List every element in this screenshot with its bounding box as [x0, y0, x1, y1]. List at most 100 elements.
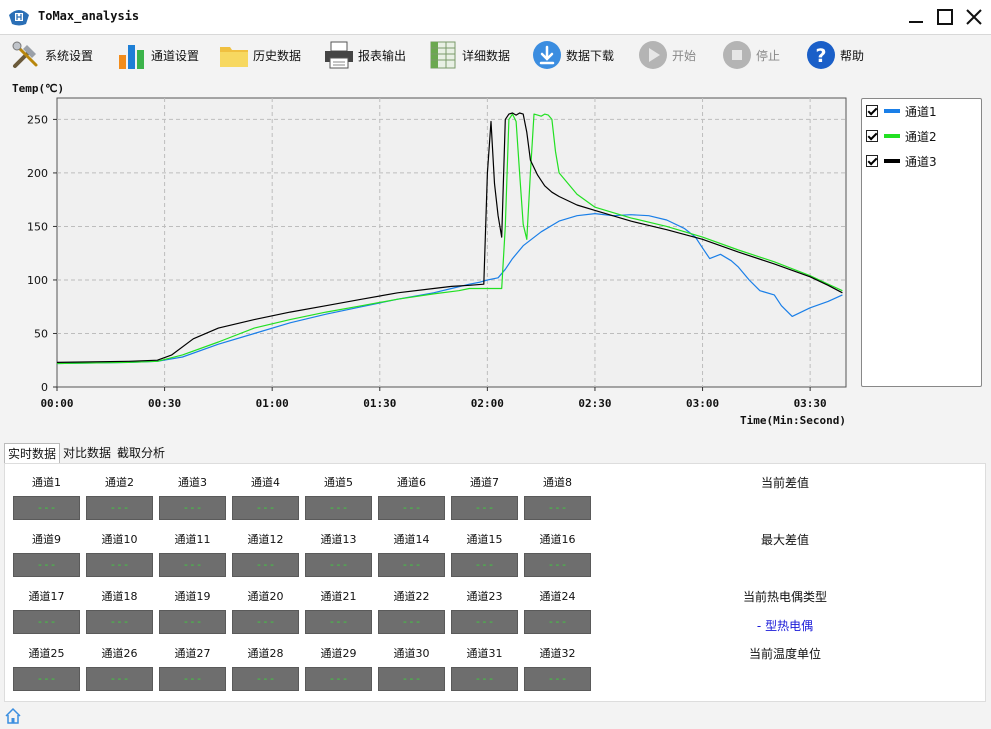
channel-value-3: ---	[159, 496, 226, 520]
channel-value-5: ---	[305, 496, 372, 520]
legend-item-channel-1[interactable]: 通道1	[866, 103, 937, 119]
channel-label-31: 通道31	[466, 647, 503, 660]
legend-checkbox-channel-2[interactable]	[866, 130, 878, 142]
help-icon: ?	[807, 41, 835, 69]
window-title: ToMax_analysis	[38, 9, 140, 23]
data-download-button[interactable]: 数据下载	[531, 38, 614, 72]
spreadsheet-icon	[430, 41, 456, 69]
channel-label-20: 通道20	[247, 590, 284, 603]
channel-value-30: ---	[378, 667, 445, 691]
help-label: 帮助	[840, 48, 865, 63]
channel-value-6: ---	[378, 496, 445, 520]
channel-value-16: ---	[524, 553, 591, 577]
printer-icon	[325, 41, 353, 69]
start-button[interactable]: 开始	[637, 38, 696, 72]
channel-value-29: ---	[305, 667, 372, 691]
legend-checkbox-channel-3[interactable]	[866, 155, 878, 167]
channel-label-17: 通道17	[28, 590, 65, 603]
thermocouple-type-label: 当前热电偶类型	[742, 590, 827, 604]
channel-label-21: 通道21	[320, 590, 357, 603]
stop-icon	[723, 41, 751, 69]
channel-label-24: 通道24	[539, 590, 576, 603]
download-icon	[533, 41, 561, 69]
status-bar	[0, 704, 991, 729]
system-settings-button[interactable]: 系统设置	[10, 38, 93, 72]
channel-label-14: 通道14	[393, 533, 430, 546]
x-tick-label: 00:00	[40, 397, 73, 410]
channel-value-23: ---	[451, 610, 518, 634]
channel-value-25: ---	[13, 667, 80, 691]
data-download-label: 数据下载	[566, 48, 615, 63]
channel-value-15: ---	[451, 553, 518, 577]
channel-value-1: ---	[13, 496, 80, 520]
legend-label-channel-1: 通道1	[905, 104, 937, 119]
channel-value-12: ---	[232, 553, 299, 577]
channel-label-23: 通道23	[466, 590, 503, 603]
folder-icon	[220, 47, 248, 67]
channel-label-13: 通道13	[320, 533, 357, 546]
report-output-button[interactable]: 报表输出	[323, 38, 406, 72]
temp-unit-label: 当前温度单位	[748, 647, 821, 661]
channel-label-10: 通道10	[101, 533, 138, 546]
chart-legend: 通道1 通道2 通道3	[861, 98, 982, 387]
channel-label-12: 通道12	[247, 533, 284, 546]
system-settings-label: 系统设置	[45, 48, 94, 63]
channel-label-15: 通道15	[466, 533, 503, 546]
y-tick-label: 150	[27, 220, 48, 233]
detail-data-button[interactable]: 详细数据	[427, 38, 510, 72]
legend-label-channel-2: 通道2	[905, 129, 937, 144]
chart-area: 00:00 00:30 01:00 01:30 02:00 02:30 03:00 03:30…	[0, 78, 991, 440]
legend-item-channel-2[interactable]: 通道2	[866, 128, 937, 144]
help-button[interactable]: ? 帮助	[805, 38, 864, 72]
stop-button[interactable]: 停止	[721, 38, 780, 72]
channel-value-2: ---	[86, 496, 153, 520]
tab-compare-data[interactable]: 对比数据	[60, 443, 114, 463]
start-label: 开始	[672, 48, 697, 63]
channel-value-22: ---	[378, 610, 445, 634]
channel-value-4: ---	[232, 496, 299, 520]
temperature-chart[interactable]: 00:00 00:30 01:00 01:30 02:00 02:30 03:00 03:30…	[0, 78, 991, 440]
y-tick-label: 200	[27, 167, 48, 180]
detail-data-label: 详细数据	[462, 48, 511, 63]
tools-icon	[12, 41, 38, 68]
home-icon[interactable]	[4, 707, 22, 725]
channel-label-16: 通道16	[539, 533, 576, 546]
channel-label-19: 通道19	[174, 590, 211, 603]
tab-capture-analysis[interactable]: 截取分析	[114, 443, 168, 463]
legend-item-channel-3[interactable]: 通道3	[866, 153, 937, 169]
channel-label-27: 通道27	[174, 647, 211, 660]
thermocouple-type-value: - 型热电偶	[756, 619, 814, 633]
x-tick-label: 01:00	[256, 397, 289, 410]
channel-value-7: ---	[451, 496, 518, 520]
channel-label-28: 通道28	[247, 647, 284, 660]
close-button[interactable]	[963, 6, 985, 28]
legend-label-channel-3: 通道3	[905, 154, 937, 169]
channel-label-1: 通道1	[32, 476, 61, 489]
channel-label-8: 通道8	[543, 476, 572, 489]
channel-label-25: 通道25	[28, 647, 65, 660]
title-bar: ToMax_analysis	[0, 0, 991, 35]
channel-value-19: ---	[159, 610, 226, 634]
y-tick-label: 0	[41, 381, 48, 394]
channel-value-10: ---	[86, 553, 153, 577]
legend-swatch-channel-1	[884, 109, 900, 113]
x-tick-label: 00:30	[148, 397, 181, 410]
channel-label-26: 通道26	[101, 647, 138, 660]
legend-checkbox-channel-1[interactable]	[866, 105, 878, 117]
realtime-data-panel: 当前差值 最大差值 当前热电偶类型 - 型热电偶 当前温度单位 通道1 --- 通道…	[4, 463, 986, 702]
channel-label-22: 通道22	[393, 590, 430, 603]
app-logo-icon	[9, 10, 29, 26]
channel-value-27: ---	[159, 667, 226, 691]
minimize-button[interactable]	[905, 6, 927, 28]
channel-value-9: ---	[13, 553, 80, 577]
channel-value-13: ---	[305, 553, 372, 577]
channel-value-28: ---	[232, 667, 299, 691]
channel-value-21: ---	[305, 610, 372, 634]
channel-label-11: 通道11	[174, 533, 211, 546]
history-data-button[interactable]: 历史数据	[218, 38, 301, 72]
maximize-button[interactable]	[934, 6, 956, 28]
channel-value-20: ---	[232, 610, 299, 634]
history-data-label: 历史数据	[253, 48, 302, 63]
channel-settings-button[interactable]: 通道设置	[116, 38, 199, 72]
channel-value-18: ---	[86, 610, 153, 634]
